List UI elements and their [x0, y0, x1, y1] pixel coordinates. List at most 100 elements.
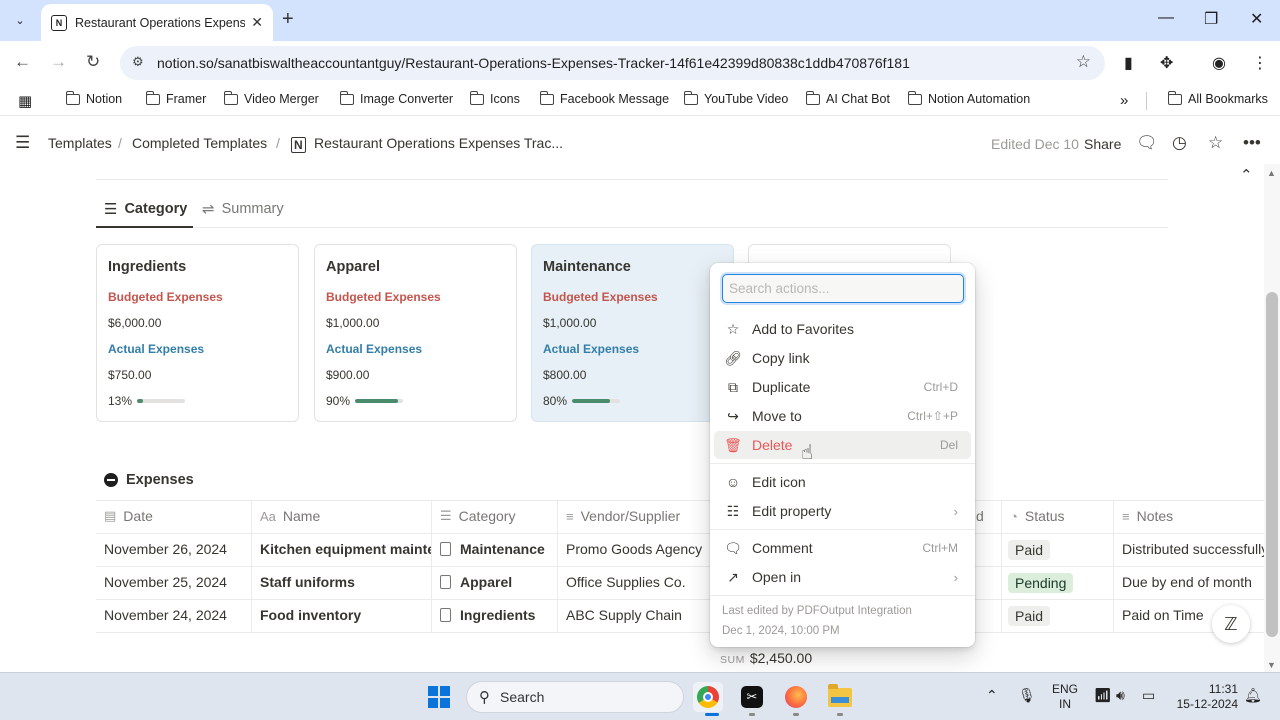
notification-bell-icon[interactable]: 🔔︎: [1244, 687, 1262, 704]
bookmark-video-merger[interactable]: Video Merger: [223, 90, 319, 106]
address-bar[interactable]: ⚙ notion.so/sanatbiswaltheaccountantguy/…: [120, 46, 1105, 80]
taskbar-capcut[interactable]: ✂: [737, 682, 767, 712]
search-actions-input[interactable]: [722, 274, 964, 303]
menu-item-copy-link[interactable]: 🔗︎ Copy link: [714, 344, 971, 372]
address-url[interactable]: notion.so/sanatbiswaltheaccountantguy/Re…: [157, 55, 910, 71]
column-header-category[interactable]: ☰ Category: [440, 508, 515, 524]
cell-category[interactable]: Maintenance: [440, 541, 545, 557]
menu-item-duplicate[interactable]: ⧉ Duplicate Ctrl+D: [714, 373, 971, 401]
cell-vendor[interactable]: Office Supplies Co.: [566, 574, 686, 590]
column-header-name[interactable]: Aa Name: [260, 508, 320, 524]
scroll-up-arrow-icon[interactable]: ▲: [1267, 168, 1276, 178]
cell-name[interactable]: Staff uniforms: [260, 574, 431, 590]
menu-item-edit-property[interactable]: ☷ Edit property ›: [714, 497, 971, 525]
tray-chevron-up-icon[interactable]: ⌃: [986, 687, 998, 704]
gallery-card-ingredients[interactable]: Ingredients Budgeted Expenses $6,000.00 …: [96, 244, 299, 422]
cell-vendor[interactable]: Promo Goods Agency: [566, 541, 702, 557]
back-arrow-icon[interactable]: ←: [14, 52, 31, 72]
restore-icon[interactable]: ❐: [1204, 9, 1218, 29]
column-header-date[interactable]: ▤ Date: [104, 508, 153, 524]
gallery-card-maintenance[interactable]: Maintenance Budgeted Expenses $1,000.00 …: [531, 244, 734, 422]
site-settings-icon[interactable]: ⚙: [132, 54, 144, 70]
scroll-down-arrow-icon[interactable]: ▼: [1267, 660, 1276, 670]
bookmark-ai-chat-bot[interactable]: AI Chat Bot: [805, 90, 890, 106]
cell-name[interactable]: Food inventory: [260, 607, 431, 623]
cell-status[interactable]: Paid: [1008, 540, 1051, 560]
cell-date[interactable]: November 24, 2024: [104, 607, 227, 623]
menu-item-edit-icon[interactable]: ☺ Edit icon: [714, 468, 971, 496]
bookmark-youtube-video[interactable]: YouTube Video: [683, 90, 788, 106]
language-indicator[interactable]: ENG IN: [1052, 682, 1078, 712]
breadcrumb-templates[interactable]: Templates: [48, 135, 112, 151]
minimize-icon[interactable]: —: [1158, 9, 1174, 27]
column-header-partial[interactable]: d: [976, 508, 984, 524]
bookmark-notion-automation[interactable]: Notion Automation: [907, 90, 1030, 106]
more-bookmarks-chevron-icon[interactable]: »: [1120, 92, 1128, 109]
tab-close-icon[interactable]: ✕: [251, 14, 263, 31]
breadcrumb-completed-templates[interactable]: Completed Templates: [132, 135, 267, 151]
cell-date[interactable]: November 26, 2024: [104, 541, 227, 557]
bookmark-icons[interactable]: Icons: [469, 90, 520, 106]
menu-item-add-to-favorites[interactable]: ☆ Add to Favorites: [714, 315, 971, 343]
bookmark-image-converter[interactable]: Image Converter: [339, 90, 453, 106]
cell-notes[interactable]: Distributed successfully: [1122, 541, 1264, 557]
taskbar-clock[interactable]: 11:31 15-12-2024: [1174, 682, 1238, 712]
share-button[interactable]: Share: [1084, 136, 1121, 152]
taskbar-search[interactable]: ⚲ Search: [466, 681, 684, 713]
window-close-icon[interactable]: ✕: [1250, 9, 1263, 29]
cell-status[interactable]: Pending: [1008, 573, 1074, 593]
taskbar-firefox[interactable]: [781, 682, 811, 712]
profile-avatar-icon[interactable]: ◉: [1212, 53, 1226, 73]
cell-vendor[interactable]: ABC Supply Chain: [566, 607, 682, 623]
breadcrumb-current-page[interactable]: Restaurant Operations Expenses Trac...: [314, 135, 563, 151]
microphone-icon[interactable]: 🎙︎: [1018, 687, 1036, 704]
bookmark-facebook-message[interactable]: Facebook Message: [539, 90, 669, 106]
cell-status[interactable]: Paid: [1008, 606, 1051, 626]
tab-summary[interactable]: ⇌ Summary: [202, 200, 284, 218]
updates-clock-icon[interactable]: ◷: [1172, 133, 1187, 153]
column-header-status[interactable]: ◔ Status: [1010, 508, 1065, 524]
volume-icon[interactable]: 🔊︎: [1116, 687, 1125, 704]
comments-icon[interactable]: 🗨: [1136, 133, 1158, 153]
extensions-puzzle-icon[interactable]: ✥: [1160, 53, 1173, 73]
taskbar-file-explorer[interactable]: [825, 682, 855, 712]
windows-start-icon[interactable]: [428, 686, 450, 708]
apps-grid-icon[interactable]: ▦: [18, 92, 32, 110]
bookmark-framer[interactable]: Framer: [145, 90, 206, 106]
favorite-star-icon[interactable]: ☆: [1208, 133, 1223, 153]
sum-footer[interactable]: SUM $2,450.00: [720, 650, 812, 666]
cell-notes[interactable]: Due by end of month: [1122, 574, 1264, 590]
expenses-heading[interactable]: Expenses: [104, 472, 194, 488]
tab-category[interactable]: ☰ Category: [104, 200, 187, 218]
bookmark-star-icon[interactable]: ☆: [1076, 52, 1091, 72]
collapse-chevron-icon[interactable]: ⌃: [1240, 166, 1253, 184]
cell-category[interactable]: Apparel: [440, 574, 512, 590]
forward-arrow-icon[interactable]: →: [50, 52, 67, 72]
tab-search-chevron-icon[interactable]: ⌄: [8, 8, 32, 32]
more-options-icon[interactable]: •••: [1243, 133, 1261, 153]
wifi-icon[interactable]: 📶︎: [1094, 687, 1112, 704]
collapse-circle-icon[interactable]: [104, 473, 118, 487]
menu-item-delete[interactable]: 🗑︎ Delete Del: [714, 431, 971, 459]
menu-item-comment[interactable]: 🗨 Comment Ctrl+M: [714, 534, 971, 562]
browser-tab-active[interactable]: N Restaurant Operations Expenses ✕: [41, 4, 273, 41]
menu-item-open-in[interactable]: ↗ Open in ›: [714, 563, 971, 591]
column-header-vendor[interactable]: ≡ Vendor/Supplier: [566, 508, 680, 524]
browser-menu-icon[interactable]: ⋮: [1252, 53, 1268, 73]
new-tab-plus-icon[interactable]: +: [282, 8, 294, 31]
cell-date[interactable]: November 25, 2024: [104, 574, 227, 590]
menu-item-move-to[interactable]: ↪ Move to Ctrl+⇧+P: [714, 402, 971, 430]
scrollbar-thumb[interactable]: [1266, 292, 1278, 637]
bookmark-notion[interactable]: Notion: [65, 90, 122, 106]
taskbar-chrome[interactable]: [693, 682, 723, 712]
cell-category[interactable]: Ingredients: [440, 607, 535, 623]
gallery-card-apparel[interactable]: Apparel Budgeted Expenses $1,000.00 Actu…: [314, 244, 517, 422]
column-header-notes[interactable]: ≡ Notes: [1122, 508, 1173, 524]
notion-ai-button[interactable]: ℤ: [1212, 605, 1250, 643]
all-bookmarks[interactable]: All Bookmarks: [1167, 90, 1268, 106]
sidebar-menu-icon[interactable]: ☰: [15, 133, 30, 153]
extension-bookmark-icon[interactable]: ▮: [1124, 53, 1133, 73]
reload-icon[interactable]: ↻: [86, 52, 100, 72]
cell-name[interactable]: Kitchen equipment maintenance: [260, 541, 431, 557]
battery-icon[interactable]: ▭: [1142, 687, 1155, 704]
